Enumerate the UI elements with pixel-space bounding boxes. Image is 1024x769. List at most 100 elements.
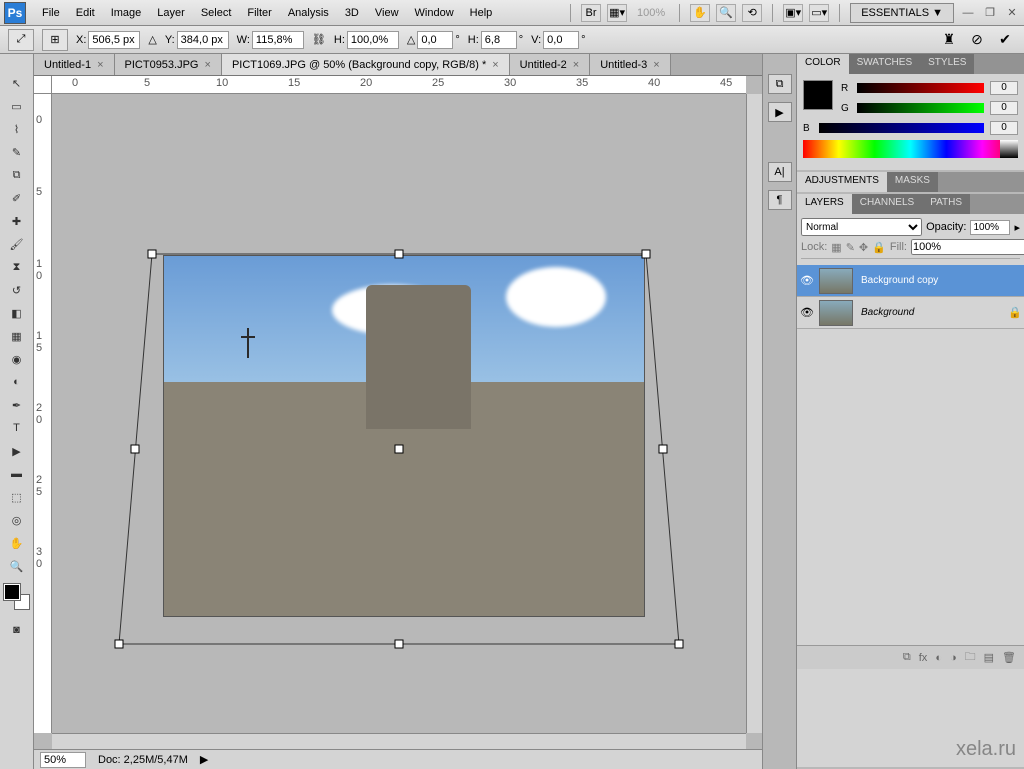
b-value[interactable]: 0 xyxy=(990,121,1018,135)
blur-tool[interactable]: ◉ xyxy=(5,348,29,370)
delete-layer-icon[interactable]: 🗑 xyxy=(1002,651,1016,664)
ruler-horizontal[interactable]: 051015202530354045 xyxy=(52,76,746,94)
swap-xy-icon[interactable]: △ xyxy=(148,33,156,46)
tab-color[interactable]: COLOR xyxy=(797,54,849,74)
r-value[interactable]: 0 xyxy=(990,81,1018,95)
menu-filter[interactable]: Filter xyxy=(239,4,279,22)
x-input[interactable] xyxy=(88,31,140,49)
move-tool[interactable]: ↖ xyxy=(5,72,29,94)
workspace-switcher[interactable]: ESSENTIALS ▼ xyxy=(850,3,954,23)
tab-paths[interactable]: PATHS xyxy=(922,194,970,214)
fill-input[interactable] xyxy=(911,239,1024,255)
ruler-origin[interactable] xyxy=(34,76,52,94)
current-color-swatch[interactable] xyxy=(803,80,833,110)
3d-camera-tool[interactable]: ◎ xyxy=(5,509,29,531)
menu-file[interactable]: File xyxy=(34,4,68,22)
visibility-toggle-icon[interactable]: 👁 xyxy=(799,306,815,319)
minimize-button[interactable]: — xyxy=(960,6,976,20)
tab-swatches[interactable]: SWATCHES xyxy=(849,54,921,74)
pen-tool[interactable]: ✒ xyxy=(5,394,29,416)
hand-tool-icon[interactable]: ✋ xyxy=(690,4,710,22)
menu-edit[interactable]: Edit xyxy=(68,4,103,22)
paragraph-panel-icon[interactable]: ¶ xyxy=(768,190,792,210)
document-tab[interactable]: Untitled-2× xyxy=(510,54,591,75)
opacity-flyout-icon[interactable]: ▸ xyxy=(1014,221,1020,234)
brush-tool[interactable]: 🖌 xyxy=(5,233,29,255)
canvas-viewport[interactable]: 051015202530354045 051 01 52 02 53 0 xyxy=(34,76,762,749)
new-layer-icon[interactable]: ▤ xyxy=(984,651,994,664)
menu-window[interactable]: Window xyxy=(407,4,462,22)
restore-button[interactable]: ❐ xyxy=(982,6,998,20)
menu-image[interactable]: Image xyxy=(103,4,150,22)
dodge-tool[interactable]: ◐ xyxy=(5,371,29,393)
layer-name[interactable]: Background copy xyxy=(857,275,1022,286)
angle-input[interactable] xyxy=(417,31,453,49)
transform-tool-icon[interactable]: ⤢ xyxy=(8,29,34,51)
scrollbar-horizontal[interactable] xyxy=(52,733,746,749)
document-tab[interactable]: PICT1069.JPG @ 50% (Background copy, RGB… xyxy=(222,54,510,75)
canvas[interactable] xyxy=(164,256,644,616)
document-tab[interactable]: Untitled-3× xyxy=(590,54,671,75)
zoom-tool[interactable]: 🔍 xyxy=(5,555,29,577)
reference-point-icon[interactable]: ⊞ xyxy=(42,29,68,51)
tab-close-icon[interactable]: × xyxy=(573,59,579,71)
tab-close-icon[interactable]: × xyxy=(492,59,498,71)
g-value[interactable]: 0 xyxy=(990,101,1018,115)
tab-channels[interactable]: CHANNELS xyxy=(852,194,922,214)
rotate-view-icon[interactable]: ⟲ xyxy=(742,4,762,22)
tab-masks[interactable]: MASKS xyxy=(887,172,938,192)
skew-v-input[interactable] xyxy=(543,31,579,49)
close-button[interactable]: ✕ xyxy=(1004,6,1020,20)
scrollbar-vertical[interactable] xyxy=(746,94,762,733)
w-input[interactable] xyxy=(252,31,304,49)
menu-3d[interactable]: 3D xyxy=(337,4,367,22)
layer-item[interactable]: 👁 Background copy xyxy=(797,265,1024,297)
menu-layer[interactable]: Layer xyxy=(149,4,193,22)
status-zoom-input[interactable] xyxy=(40,752,86,768)
document-tab[interactable]: PICT0953.JPG× xyxy=(115,54,222,75)
eyedropper-tool[interactable]: ✐ xyxy=(5,187,29,209)
gradient-tool[interactable]: ▦ xyxy=(5,325,29,347)
arrange-docs-icon[interactable]: ▣▾ xyxy=(783,4,803,22)
warp-mode-icon[interactable]: ♜ xyxy=(938,30,960,50)
menu-help[interactable]: Help xyxy=(462,4,501,22)
tab-close-icon[interactable]: × xyxy=(97,59,103,71)
view-extras-icon[interactable]: ▦▾ xyxy=(607,4,627,22)
menu-select[interactable]: Select xyxy=(193,4,240,22)
screen-mode-icon[interactable]: ▭▾ xyxy=(809,4,829,22)
path-select-tool[interactable]: ▶ xyxy=(5,440,29,462)
stamp-tool[interactable]: ⧗ xyxy=(5,256,29,278)
type-tool[interactable]: T xyxy=(5,417,29,439)
actions-panel-icon[interactable]: ▶ xyxy=(768,102,792,122)
link-layers-icon[interactable]: ⧉ xyxy=(903,651,911,664)
tab-adjustments[interactable]: ADJUSTMENTS xyxy=(797,172,887,192)
lock-transparency-icon[interactable]: ▦ xyxy=(831,241,841,254)
g-slider[interactable] xyxy=(857,103,984,113)
lasso-tool[interactable]: ⌇ xyxy=(5,118,29,140)
layer-group-icon[interactable]: 🗀 xyxy=(965,648,976,667)
tab-layers[interactable]: LAYERS xyxy=(797,194,852,214)
status-menu-icon[interactable]: ▶ xyxy=(200,753,208,766)
skew-h-input[interactable] xyxy=(481,31,517,49)
eraser-tool[interactable]: ◧ xyxy=(5,302,29,324)
commit-transform-button[interactable]: ✔ xyxy=(994,30,1016,50)
app-logo[interactable]: Ps xyxy=(4,2,26,24)
blend-mode-select[interactable]: Normal xyxy=(801,218,922,236)
menu-analysis[interactable]: Analysis xyxy=(280,4,337,22)
color-spectrum[interactable] xyxy=(803,140,1018,158)
launch-bridge-icon[interactable]: Br xyxy=(581,4,601,22)
3d-tool[interactable]: ⬚ xyxy=(5,486,29,508)
y-input[interactable] xyxy=(177,31,229,49)
character-panel-icon[interactable]: A| xyxy=(768,162,792,182)
zoom-tool-icon[interactable]: 🔍 xyxy=(716,4,736,22)
crop-tool[interactable]: ⧉ xyxy=(5,164,29,186)
lock-pixels-icon[interactable]: ✎ xyxy=(846,241,855,254)
visibility-toggle-icon[interactable]: 👁 xyxy=(799,274,815,287)
tab-styles[interactable]: STYLES xyxy=(920,54,974,74)
layer-list[interactable]: 👁 Background copy 👁Background🔒 xyxy=(797,265,1024,645)
layer-item[interactable]: 👁Background🔒 xyxy=(797,297,1024,329)
cancel-transform-button[interactable]: ⊘ xyxy=(966,30,988,50)
shape-tool[interactable]: ▬ xyxy=(5,463,29,485)
menu-view[interactable]: View xyxy=(367,4,407,22)
tab-close-icon[interactable]: × xyxy=(653,59,659,71)
